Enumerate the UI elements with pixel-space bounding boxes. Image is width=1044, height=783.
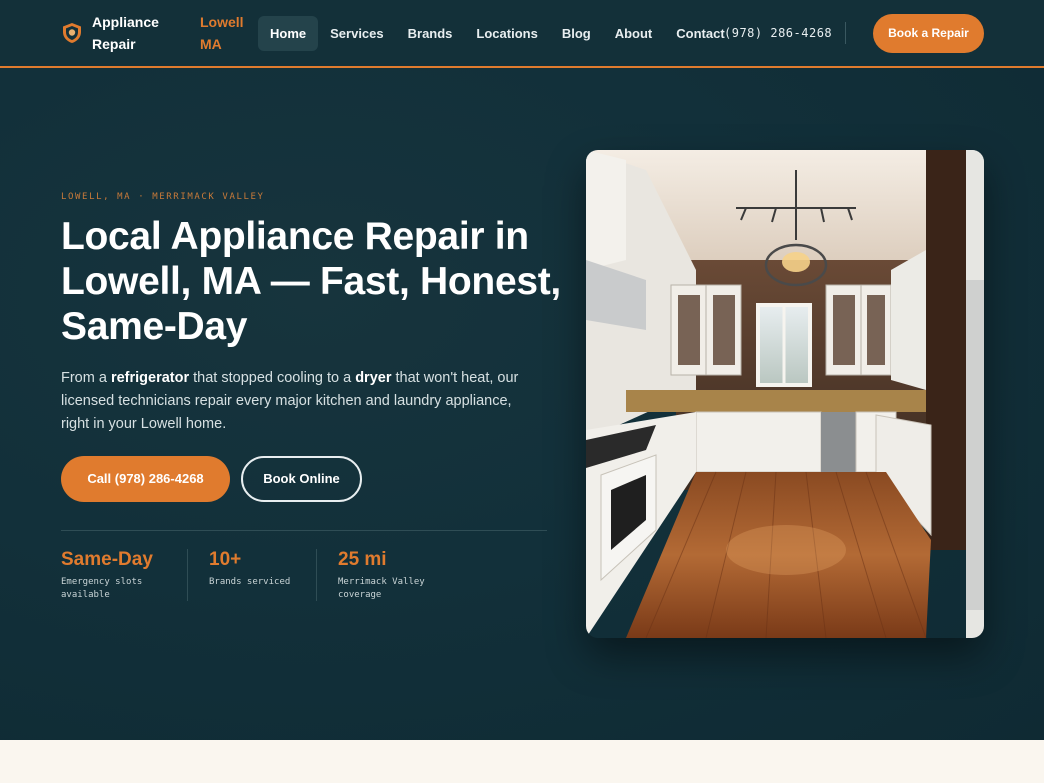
book-repair-button[interactable]: Book a Repair (873, 14, 984, 53)
stat-divider (187, 549, 188, 601)
nav-phone-link[interactable]: (978) 286-4268 (724, 16, 832, 51)
stat-label: Emergency slots available (61, 577, 143, 600)
stat-coverage: 25 mi Merrimack Valley coverage (338, 548, 438, 602)
desc-text-2: that stopped cooling to a (189, 370, 356, 386)
stat-value: Same-Day (61, 549, 153, 570)
stat-value: 25 mi (338, 549, 387, 570)
hero-description: From a refrigerator that stopped cooling… (61, 367, 531, 436)
desc-bold-dryer: dryer (355, 370, 392, 386)
shield-icon[interactable] (61, 22, 83, 44)
hero-divider (61, 530, 547, 531)
nav-link-blog[interactable]: Blog (550, 16, 603, 51)
desc-bold-refrigerator: refrigerator (110, 370, 190, 386)
nav-divider (845, 22, 846, 44)
nav-link-about[interactable]: About (603, 16, 665, 51)
book-online-button[interactable]: Book Online (241, 456, 362, 502)
hero-eyebrow: LOWELL, MA · MERRIMACK VALLEY (61, 192, 265, 202)
stat-same-day: Same-Day Emergency slots available (61, 548, 161, 602)
stat-divider (316, 549, 317, 601)
call-button[interactable]: Call (978) 286-4268 (61, 456, 230, 502)
nav-link-locations[interactable]: Locations (464, 16, 549, 51)
desc-text-1: From a (61, 370, 111, 386)
stat-label: Brands serviced (209, 577, 291, 587)
stat-brands: 10+ Brands serviced (209, 548, 309, 589)
nav-link-home[interactable]: Home (258, 16, 319, 51)
stat-value: 10+ (209, 549, 242, 570)
nav-link-services[interactable]: Services (318, 16, 396, 51)
kitchen-photo (586, 150, 984, 638)
hero-title: Local Appliance Repair in Lowell, MA — F… (61, 215, 561, 348)
brand-city[interactable]: Lowell MA (200, 11, 250, 55)
nav-link-brands[interactable]: Brands (396, 16, 465, 51)
stat-label: Merrimack Valley coverage (338, 577, 425, 600)
top-nav: Appliance Repair Lowell MA Home Services… (0, 0, 1044, 68)
nav-links: Home Services Brands Locations Blog Abou… (258, 16, 737, 51)
brand-name[interactable]: Appliance Repair (92, 11, 182, 55)
